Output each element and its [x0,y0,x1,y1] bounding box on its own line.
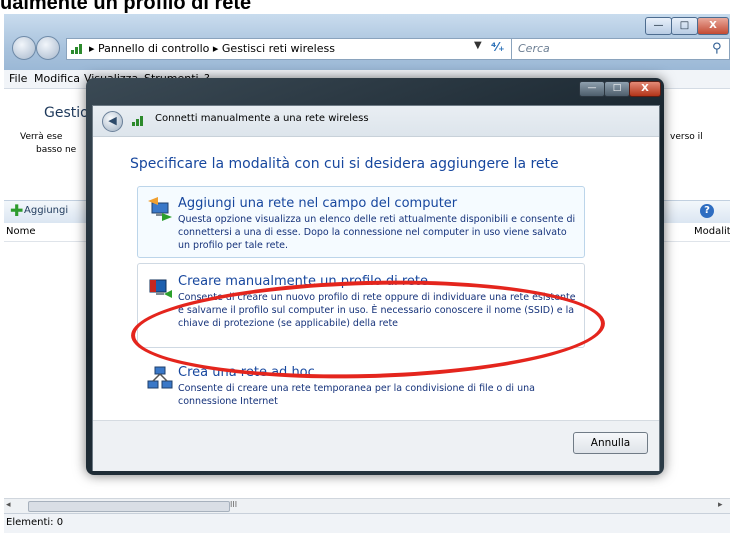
network-add-icon [148,197,172,221]
scroll-thumb[interactable] [28,501,230,512]
chevron-down-icon[interactable]: ▼ [474,40,482,51]
option-description: Questa opzione visualizza un elenco dell… [178,214,576,251]
add-network-button[interactable]: Aggiungi [24,205,68,216]
option-title: Aggiungi una rete nel campo del computer [178,196,458,211]
minimize-button[interactable]: — [645,17,672,35]
search-icon[interactable]: ⚲ [712,41,722,56]
maximize-button[interactable]: □ [671,17,698,35]
option-description: Consente di creare una rete temporanea p… [178,383,535,407]
dialog-header: ◀ Connetti manualmente a una rete wirele… [93,106,659,137]
dialog-close-button[interactable]: X [629,81,661,97]
status-bar: Elementi: 0 [4,513,730,533]
explorer-description-line-2: basso ne [36,145,77,155]
dialog-title: Connetti manualmente a una rete wireless [155,113,369,124]
dialog-back-button[interactable]: ◀ [102,111,123,132]
scroll-left-icon[interactable]: ◂ [6,500,11,510]
network-profile-icon [149,279,172,298]
option-add-network-in-range[interactable]: Aggiungi una rete nel campo del computer… [137,186,585,258]
close-button[interactable]: X [697,17,729,35]
menu-file[interactable]: File [9,72,27,85]
dialog-titlebar: — □ X [86,78,664,108]
column-header-name[interactable]: Nome [6,226,36,237]
address-bar[interactable]: ▸ Pannello di controllo ▸ Gestisci reti … [66,38,513,60]
search-placeholder: Cerca [518,42,550,55]
column-header-mode[interactable]: Modalit [694,226,730,237]
connect-manually-dialog: — □ X ◀ Connetti manualmente a una rete … [86,78,664,475]
plus-icon[interactable]: ✚ [10,203,24,219]
scroll-right-icon[interactable]: ▸ [718,500,723,510]
signal-bars-icon [132,116,143,126]
back-button[interactable] [12,36,36,60]
page-caption: ualmente un profilo di rete [0,0,252,14]
scroll-grip: III [230,500,238,509]
refresh-icon[interactable]: ⁴⁄₊ [491,40,505,54]
breadcrumb: ▸ Pannello di controllo ▸ Gestisci reti … [89,42,335,55]
explorer-page-title: Gestio [44,105,89,121]
dialog-instruction: Specificare la modalità con cui si desid… [130,156,559,172]
explorer-description-right: verso il [670,132,703,142]
cancel-button[interactable]: Annulla [573,432,648,454]
dialog-content: ◀ Connetti manualmente a una rete wirele… [92,105,660,471]
explorer-titlebar: — □ X ▸ Pannello di controllo ▸ Gestisci… [4,14,730,71]
dialog-minimize-button[interactable]: — [579,81,605,97]
menu-modifica[interactable]: Modifica [34,72,80,85]
dialog-maximize-button[interactable]: □ [604,81,630,97]
search-input[interactable]: Cerca ⚲ [511,38,730,60]
horizontal-scrollbar[interactable]: ◂ III ▸ [4,498,730,513]
explorer-description-line-1: Verrà ese [20,132,63,142]
adhoc-network-icon [147,366,173,389]
status-text: Elementi: 0 [6,517,64,528]
forward-button[interactable] [36,36,60,60]
help-icon[interactable]: ? [700,204,714,218]
signal-bars-icon [71,44,82,54]
dialog-footer: Annulla [93,420,659,471]
